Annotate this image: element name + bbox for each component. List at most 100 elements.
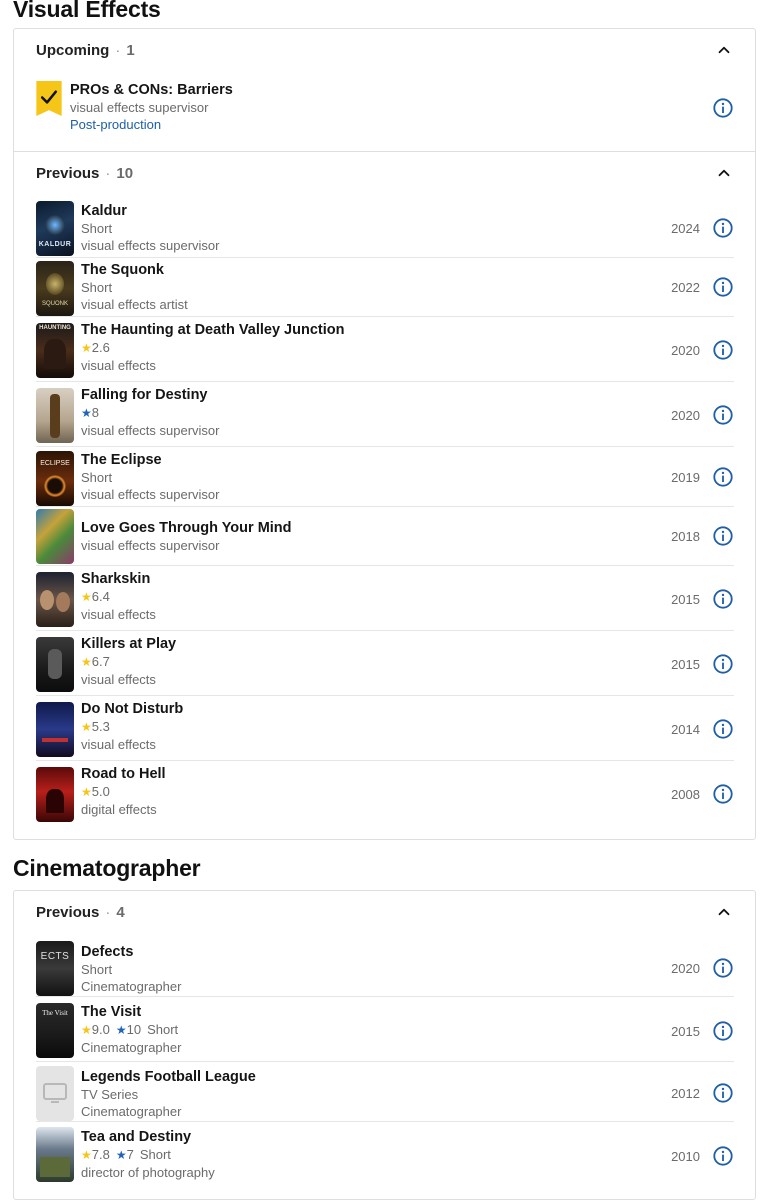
poster-text: ECLIPSE	[40, 460, 70, 467]
vfx-previous-header[interactable]: Previous · 10	[14, 152, 755, 196]
role-text: visual effects	[81, 672, 156, 687]
year-text: 2020	[671, 408, 700, 423]
my-rating-value: 7	[126, 1147, 134, 1162]
type-text: Short	[81, 962, 113, 977]
credit-info: Killers at Play ★6.7 visual effects	[81, 635, 176, 688]
role-text: digital effects	[81, 802, 157, 817]
poster-image: HAUNTING	[36, 323, 74, 378]
star-icon: ★	[81, 785, 92, 799]
role-text: Cinematographer	[81, 1104, 182, 1119]
star-icon: ★	[81, 341, 92, 355]
year-text: 2008	[671, 787, 700, 802]
credit-info: The Visit ★9.0 ★10 Short Cinematographer	[81, 1003, 181, 1056]
credit-row-the-visit[interactable]: The Visit The Visit ★9.0 ★10 Short Cinemat…	[36, 1000, 734, 1062]
chevron-up-icon[interactable]	[715, 164, 733, 182]
visual-effects-card: Upcoming · 1 PROs & CONs: Barriers visual …	[13, 28, 756, 840]
title-text[interactable]: Sharkskin	[81, 570, 156, 588]
info-circle-icon[interactable]	[712, 466, 734, 488]
cine-previous-header[interactable]: Previous · 4	[14, 891, 755, 935]
type-text: Short	[81, 280, 113, 295]
title-text[interactable]: Road to Hell	[81, 765, 166, 783]
credit-info: The Eclipse Short visual effects supervi…	[81, 451, 220, 503]
role-text: visual effects	[81, 607, 156, 622]
cine-previous-count: 4	[116, 904, 125, 921]
ratings: ★9.0 ★10 Short	[81, 1021, 181, 1039]
title-text[interactable]: Love Goes Through Your Mind	[81, 519, 292, 537]
info-circle-icon[interactable]	[712, 957, 734, 979]
user-star-icon: ★	[115, 1148, 127, 1162]
upcoming-label: Upcoming · 1	[36, 42, 135, 59]
title-text[interactable]: The Squonk	[81, 261, 188, 279]
poster-image	[36, 1127, 74, 1182]
section-title-visual-effects: Visual Effects	[13, 0, 161, 22]
star-icon: ★	[81, 655, 92, 669]
credit-row-the-eclipse[interactable]: ECLIPSE The Eclipse Short visual effects…	[36, 450, 734, 507]
title-text[interactable]: Legends Football League	[81, 1068, 256, 1086]
title-text[interactable]: Falling for Destiny	[81, 386, 220, 404]
year-text: 2020	[671, 343, 700, 358]
info-circle-icon[interactable]	[712, 718, 734, 740]
upcoming-item[interactable]: PROs & CONs: Barriers visual effects sup…	[36, 81, 734, 141]
info-circle-icon[interactable]	[712, 1145, 734, 1167]
title-text[interactable]: Kaldur	[81, 202, 220, 220]
credit-row-defects[interactable]: ECTS Defects Short Cinematographer 2020	[36, 940, 734, 997]
info-circle-icon[interactable]	[712, 97, 734, 119]
credit-row-the-squonk[interactable]: SQUONK The Squonk Short visual effects a…	[36, 260, 734, 317]
info-circle-icon[interactable]	[712, 588, 734, 610]
credit-row-legends-football-league[interactable]: Legends Football League TV Series Cinema…	[36, 1065, 734, 1122]
credit-row-falling-for-destiny[interactable]: Falling for Destiny ★8 visual effects su…	[36, 385, 734, 447]
role-text: director of photography	[81, 1165, 215, 1180]
rating: ★2.6	[81, 339, 344, 357]
title-text[interactable]: The Eclipse	[81, 451, 220, 469]
info-circle-icon[interactable]	[712, 339, 734, 361]
upcoming-header[interactable]: Upcoming · 1	[14, 29, 755, 73]
poster-image: The Visit	[36, 1003, 74, 1058]
type-text: TV Series	[81, 1087, 139, 1102]
year-text: 2024	[671, 221, 700, 236]
role-text: visual effects	[81, 358, 156, 373]
rating: ★5.0	[81, 783, 166, 801]
info-circle-icon[interactable]	[712, 783, 734, 805]
credit-info: Sharkskin ★6.4 visual effects	[81, 570, 156, 623]
cine-previous-label-text: Previous	[36, 904, 100, 921]
info-circle-icon[interactable]	[712, 653, 734, 675]
kind-text: Short	[147, 1022, 179, 1037]
credit-row-do-not-disturb[interactable]: Do Not Disturb ★5.3 visual effects 2014	[36, 699, 734, 761]
info-circle-icon[interactable]	[712, 404, 734, 426]
chevron-up-icon[interactable]	[715, 903, 733, 921]
chevron-up-icon[interactable]	[715, 41, 733, 59]
type-text: Short	[81, 221, 113, 236]
info-circle-icon[interactable]	[712, 217, 734, 239]
upcoming-label-text: Upcoming	[36, 42, 110, 59]
poster-image: KALDUR	[36, 201, 74, 256]
credit-info: Defects Short Cinematographer	[81, 943, 181, 995]
credit-row-road-to-hell[interactable]: Road to Hell ★5.0 digital effects 2008	[36, 764, 734, 826]
info-circle-icon[interactable]	[712, 1020, 734, 1042]
credit-row-kaldur[interactable]: KALDUR Kaldur Short visual effects super…	[36, 201, 734, 258]
credit-row-tea-and-destiny[interactable]: Tea and Destiny ★7.8 ★7 Short director of …	[36, 1125, 734, 1187]
vfx-previous-label-text: Previous	[36, 165, 100, 182]
title-text[interactable]: PROs & CONs: Barriers	[70, 81, 233, 99]
credit-row-killers-at-play[interactable]: Killers at Play ★6.7 visual effects 2015	[36, 634, 734, 696]
poster-image	[36, 702, 74, 757]
upcoming-count: 1	[126, 42, 135, 59]
upcoming-item-info: PROs & CONs: Barriers visual effects sup…	[70, 81, 233, 133]
watchlist-check-ribbon-icon[interactable]	[36, 81, 62, 116]
info-circle-icon[interactable]	[712, 525, 734, 547]
year-text: 2019	[671, 470, 700, 485]
credit-row-sharkskin[interactable]: Sharkskin ★6.4 visual effects 2015	[36, 569, 734, 631]
credit-info: Love Goes Through Your Mind visual effec…	[81, 519, 292, 554]
credit-row-love-goes-through-your-mind[interactable]: Love Goes Through Your Mind visual effec…	[36, 509, 734, 566]
title-text[interactable]: Killers at Play	[81, 635, 176, 653]
title-text[interactable]: The Haunting at Death Valley Junction	[81, 321, 344, 339]
title-text[interactable]: Defects	[81, 943, 181, 961]
title-text[interactable]: The Visit	[81, 1003, 181, 1021]
role-text: visual effects supervisor	[81, 238, 220, 253]
credit-row-the-haunting[interactable]: HAUNTING The Haunting at Death Valley Ju…	[36, 320, 734, 382]
info-circle-icon[interactable]	[712, 1082, 734, 1104]
info-circle-icon[interactable]	[712, 276, 734, 298]
poster-text: SQUONK	[41, 301, 68, 307]
section-title-cinematographer: Cinematographer	[13, 855, 201, 881]
title-text[interactable]: Tea and Destiny	[81, 1128, 215, 1146]
title-text[interactable]: Do Not Disturb	[81, 700, 183, 718]
